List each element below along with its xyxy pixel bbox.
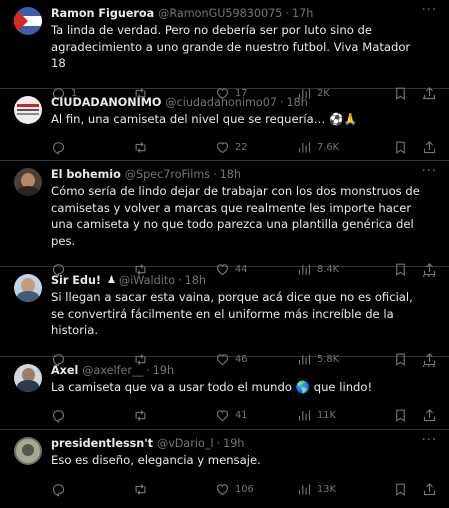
like-button[interactable]: 22 [215, 140, 297, 155]
more-options-icon[interactable]: ··· [422, 434, 437, 447]
heart-icon [216, 142, 229, 154]
reply-icon [52, 484, 65, 497]
view-count: 7.6K [317, 142, 340, 153]
tweet[interactable]: Axel @axelfer__ · 19h ··· La camiseta qu… [0, 357, 449, 430]
chess-pawn-icon: ♟ [107, 275, 116, 286]
timestamp[interactable]: 19h [223, 437, 244, 451]
tweet-header: presidentlessn't @vDario_l · 19h [51, 437, 439, 451]
more-options-icon[interactable]: ··· [422, 361, 437, 374]
tweet[interactable]: CIUDADANONIMO @ciudadanonimo07 · 18h ···… [0, 89, 449, 161]
tweet-text: La camiseta que va a usar todo el mundo … [51, 380, 373, 394]
retweet-icon [135, 142, 146, 153]
bookmark-icon[interactable] [393, 408, 408, 423]
tweet-text: Ta linda de verdad. Pero no debería ser … [51, 23, 411, 70]
tweet-header: Ramon Figueroa @RamonGU59830075 · 17h [51, 7, 439, 21]
timestamp[interactable]: 18h [185, 274, 206, 288]
more-options-icon[interactable]: ··· [422, 165, 437, 178]
tweet-text: Al fin, una camiseta del nivel que se re… [51, 112, 358, 126]
share-icon[interactable] [422, 482, 437, 497]
tweet-text: Eso es diseño, elegancia y mensaje. [51, 453, 261, 467]
tweet[interactable]: presidentlessn't @vDario_l · 19h ··· Eso… [0, 430, 449, 508]
tweet-actions: 41 11K [51, 401, 439, 431]
author-name[interactable]: presidentlessn't [51, 437, 153, 451]
author-handle[interactable]: @vDario_l [157, 437, 214, 451]
timestamp[interactable]: 18h [220, 168, 241, 182]
tweet-actions: 106 13K [51, 475, 439, 505]
views-icon [298, 410, 311, 421]
author-name[interactable]: Sir Edu! [51, 274, 101, 288]
separator: · [279, 96, 284, 109]
reply-button[interactable] [51, 140, 133, 155]
separator: · [213, 168, 217, 181]
timestamp[interactable]: 19h [153, 364, 174, 378]
retweet-button[interactable] [133, 482, 215, 497]
tweet-text: Si llegan a sacar esta vaina, porque acá… [51, 290, 413, 337]
like-count: 41 [235, 410, 248, 421]
views-button[interactable]: 13K [297, 482, 378, 497]
timestamp[interactable]: 17h [292, 7, 313, 21]
tweet[interactable]: Sir Edu! ♟ @iWaldito · 18h ··· Si llegan… [0, 267, 449, 367]
share-icon[interactable] [422, 140, 437, 155]
like-button[interactable]: 106 [215, 482, 297, 497]
separator: · [178, 274, 182, 287]
author-name[interactable]: Axel [51, 364, 78, 378]
retweet-icon [135, 410, 146, 421]
reply-feed: Ramon Figueroa @RamonGU59830075 · 17h ··… [0, 0, 449, 508]
like-count: 22 [235, 142, 248, 153]
bookmark-icon[interactable] [393, 140, 408, 155]
retweet-icon [135, 484, 146, 495]
tweet-header: El bohemio @Spec7roFilms · 18h [51, 168, 439, 182]
author-handle[interactable]: @RamonGU59830075 [158, 7, 282, 21]
like-count: 106 [235, 484, 254, 495]
separator: · [216, 437, 221, 450]
separator: · [146, 364, 150, 377]
tweet-actions: 22 7.6K [51, 133, 439, 163]
avatar[interactable] [14, 364, 42, 392]
bookmark-icon[interactable] [393, 482, 408, 497]
tweet[interactable]: Ramon Figueroa @RamonGU59830075 · 17h ··… [0, 0, 449, 101]
author-handle[interactable]: @axelfer__ [82, 364, 143, 378]
timestamp[interactable]: 18h [287, 96, 308, 110]
avatar[interactable] [14, 274, 42, 302]
tweet-header: CIUDADANONIMO @ciudadanonimo07 · 18h [51, 96, 439, 110]
avatar[interactable] [14, 7, 42, 35]
views-button[interactable]: 7.6K [297, 140, 378, 155]
reply-button[interactable] [51, 482, 133, 497]
retweet-button[interactable] [133, 140, 215, 155]
view-count: 13K [317, 484, 336, 495]
tweet-text: Cómo sería de lindo dejar de trabajar co… [51, 184, 420, 248]
like-button[interactable]: 41 [215, 408, 297, 423]
reply-icon [52, 142, 65, 155]
avatar[interactable] [14, 96, 42, 124]
views-button[interactable]: 11K [297, 408, 378, 423]
reply-button[interactable] [51, 408, 133, 423]
author-handle[interactable]: @iWaldito [119, 274, 175, 288]
author-handle[interactable]: @Spec7roFilms [125, 168, 210, 182]
views-icon [298, 484, 311, 495]
heart-icon [216, 410, 229, 422]
author-name[interactable]: El bohemio [51, 168, 121, 182]
tweet-header: Sir Edu! ♟ @iWaldito · 18h [51, 274, 439, 288]
avatar[interactable] [14, 437, 42, 465]
author-handle[interactable]: @ciudadanonimo07 [165, 96, 277, 110]
tweet-header: Axel @axelfer__ · 19h [51, 364, 439, 378]
more-options-icon[interactable]: ··· [422, 4, 437, 17]
more-options-icon[interactable]: ··· [422, 271, 437, 284]
view-count: 11K [317, 410, 336, 421]
views-icon [298, 142, 311, 153]
separator: · [285, 7, 289, 20]
author-name[interactable]: Ramon Figueroa [51, 7, 154, 21]
tweet[interactable]: El bohemio @Spec7roFilms · 18h ··· Cómo … [0, 161, 449, 277]
more-options-icon[interactable]: ··· [422, 93, 437, 106]
author-name[interactable]: CIUDADANONIMO [51, 96, 161, 110]
retweet-button[interactable] [133, 408, 215, 423]
avatar[interactable] [14, 168, 42, 196]
reply-icon [52, 410, 65, 423]
heart-icon [216, 484, 229, 496]
share-icon[interactable] [422, 408, 437, 423]
